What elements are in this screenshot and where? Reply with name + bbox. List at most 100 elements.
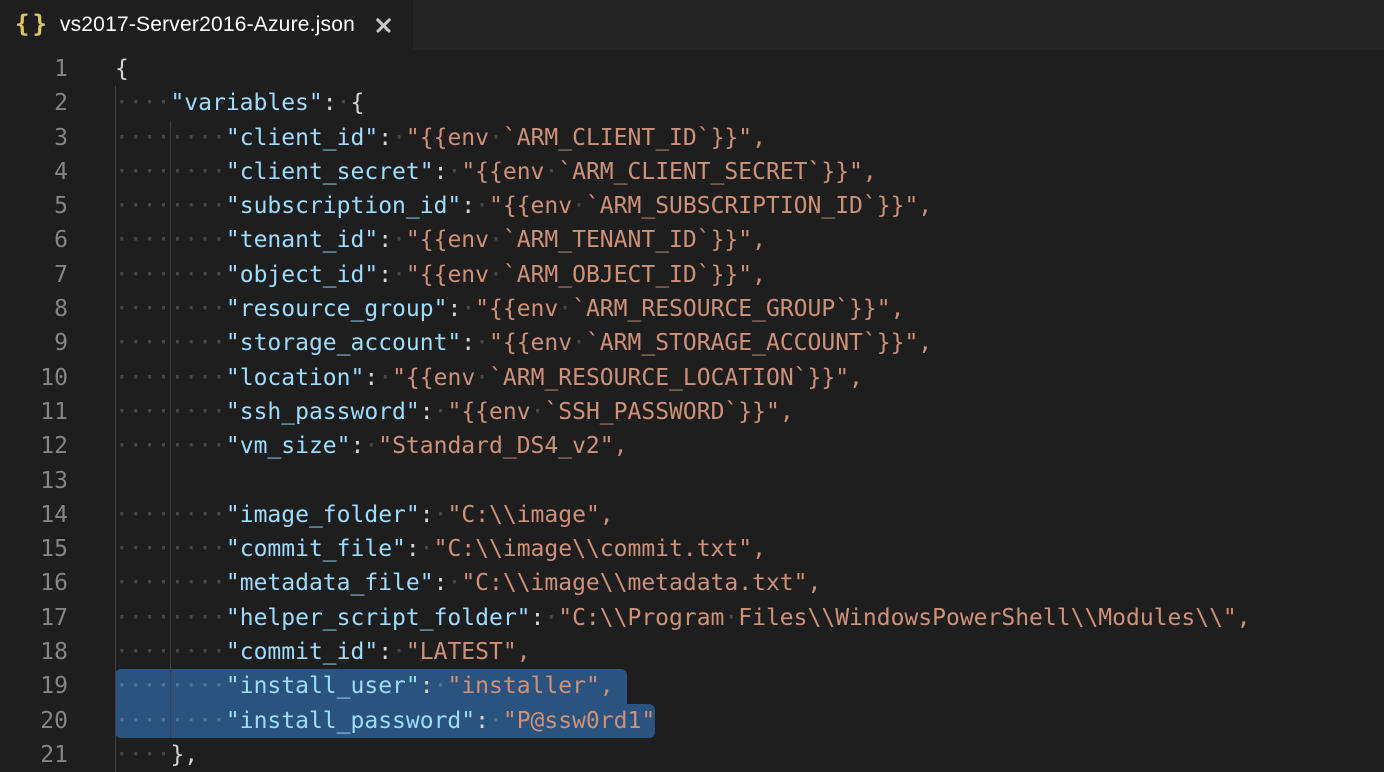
code-line[interactable]: 8········"resource_group":·"{{env·`ARM_R… <box>0 292 1384 326</box>
code-line[interactable]: 11········"ssh_password":·"{{env·`SSH_PA… <box>0 395 1384 429</box>
whitespace-dot: · <box>212 502 226 528</box>
whitespace-dot: · <box>434 399 448 425</box>
whitespace-dot: · <box>212 159 226 185</box>
code-line[interactable]: 18········"commit_id":·"LATEST", <box>0 635 1384 669</box>
whitespace-dot: · <box>170 708 184 734</box>
code-text: ········"resource_group":·"{{env·`ARM_RE… <box>115 292 904 326</box>
whitespace-dot: · <box>184 227 198 253</box>
code-line[interactable]: 19········"install_user":·"installer", <box>0 669 1384 703</box>
whitespace-dot: · <box>184 365 198 391</box>
whitespace-dot: · <box>143 90 157 116</box>
code-text: ········"client_secret":·"{{env·`ARM_CLI… <box>115 155 877 189</box>
code-text: ········"metadata_file":·"C:\\image\\met… <box>115 566 821 600</box>
line-number: 17 <box>0 601 68 635</box>
whitespace-dot: · <box>129 605 143 631</box>
whitespace-dot: · <box>170 673 184 699</box>
whitespace-dot: · <box>157 262 171 288</box>
whitespace-dot: · <box>475 193 489 219</box>
whitespace-dot: · <box>129 639 143 665</box>
whitespace-dot: · <box>129 673 143 699</box>
code-text: ········"install_user":·"installer", <box>115 669 614 703</box>
json-file-icon: {} <box>15 10 50 38</box>
line-number: 4 <box>0 155 68 189</box>
code-line[interactable]: 9········"storage_account":·"{{env·`ARM_… <box>0 326 1384 360</box>
line-number: 6 <box>0 223 68 257</box>
whitespace-dot: · <box>475 365 489 391</box>
whitespace-dot: · <box>143 125 157 151</box>
tab-bar: {} vs2017-Server2016-Azure.json <box>0 0 1384 50</box>
whitespace-dot: · <box>198 708 212 734</box>
line-number: 7 <box>0 258 68 292</box>
whitespace-dot: · <box>198 433 212 459</box>
whitespace-dot: · <box>489 262 503 288</box>
whitespace-dot: · <box>212 399 226 425</box>
whitespace-dot: · <box>115 159 129 185</box>
code-line[interactable]: 12········"vm_size":·"Standard_DS4_v2", <box>0 429 1384 463</box>
whitespace-dot: · <box>170 605 184 631</box>
line-number: 15 <box>0 532 68 566</box>
code-line[interactable]: 10········"location":·"{{env·`ARM_RESOUR… <box>0 361 1384 395</box>
code-line[interactable]: 16 ········"metadata_file":·"C:\\image\\m… <box>0 566 1384 600</box>
code-line[interactable]: 6········"tenant_id":·"{{env·`ARM_TENANT… <box>0 223 1384 257</box>
code-line[interactable]: 1{ <box>0 52 1384 86</box>
whitespace-dot: · <box>170 159 184 185</box>
code-line[interactable]: 14········"image_folder":·"C:\\image", <box>0 498 1384 532</box>
whitespace-dot: · <box>143 708 157 734</box>
whitespace-dot: · <box>198 330 212 356</box>
whitespace-dot: · <box>143 742 157 768</box>
code-text: ········"subscription_id":·"{{env·`ARM_S… <box>115 189 932 223</box>
code-text: ········"object_id":·"{{env·`ARM_OBJECT_… <box>115 258 766 292</box>
line-number: 16 <box>0 566 68 600</box>
code-line[interactable]: 20 ········"install_password":·"P@ssw0rd1… <box>0 704 1384 738</box>
code-line[interactable]: 7 ········"object_id":·"{{env·`ARM_OBJECT… <box>0 258 1384 292</box>
code-line[interactable]: 13 <box>0 464 1384 498</box>
code-text: { <box>115 52 129 86</box>
line-number: 18 <box>0 635 68 669</box>
code-line[interactable]: 17 ········"helper_script_folder":·"C:\\P… <box>0 601 1384 635</box>
code-text: ········"storage_account":·"{{env·`ARM_S… <box>115 326 932 360</box>
line-number: 2 <box>0 86 68 120</box>
whitespace-dot: · <box>115 742 129 768</box>
whitespace-dot: · <box>129 399 143 425</box>
editor-tab[interactable]: {} vs2017-Server2016-Azure.json <box>0 0 413 50</box>
code-line[interactable]: 2····"variables":·{ <box>0 86 1384 120</box>
whitespace-dot: · <box>157 673 171 699</box>
line-number: 9 <box>0 326 68 360</box>
whitespace-dot: · <box>115 570 129 596</box>
whitespace-dot: · <box>212 536 226 562</box>
whitespace-dot: · <box>157 605 171 631</box>
code-line[interactable]: 5········"subscription_id":·"{{env·`ARM_… <box>0 189 1384 223</box>
code-text: ····"variables":·{ <box>115 86 364 120</box>
whitespace-dot: · <box>392 639 406 665</box>
whitespace-dot: · <box>170 262 184 288</box>
whitespace-dot: · <box>115 90 129 116</box>
whitespace-dot: · <box>143 673 157 699</box>
code-line[interactable]: 3········"client_id":·"{{env·`ARM_CLIENT… <box>0 121 1384 155</box>
whitespace-dot: · <box>129 708 143 734</box>
whitespace-dot: · <box>392 227 406 253</box>
line-number: 20 <box>0 704 68 738</box>
whitespace-dot: · <box>129 296 143 322</box>
whitespace-dot: · <box>212 227 226 253</box>
whitespace-dot: · <box>170 399 184 425</box>
whitespace-dot: · <box>143 330 157 356</box>
code-editor[interactable]: 1{2····"variables":·{3········"client_id… <box>0 50 1384 772</box>
line-number: 14 <box>0 498 68 532</box>
close-tab-icon[interactable] <box>373 14 395 36</box>
whitespace-dot: · <box>544 159 558 185</box>
whitespace-dot: · <box>212 639 226 665</box>
code-line[interactable]: 4········"client_secret":·"{{env·`ARM_CL… <box>0 155 1384 189</box>
whitespace-dot: · <box>129 262 143 288</box>
code-line[interactable]: 21····}, <box>0 738 1384 772</box>
whitespace-dot: · <box>157 365 171 391</box>
whitespace-dot: · <box>198 502 212 528</box>
whitespace-dot: · <box>115 502 129 528</box>
code-text: ········"helper_script_folder":·"C:\\Pro… <box>115 601 1251 635</box>
whitespace-dot: · <box>184 433 198 459</box>
whitespace-dot: · <box>184 673 198 699</box>
whitespace-dot: · <box>198 227 212 253</box>
whitespace-dot: · <box>170 193 184 219</box>
code-text: ········"install_password":·"P@ssw0rd1" <box>115 704 655 738</box>
code-line[interactable]: 15········"commit_file":·"C:\\image\\com… <box>0 532 1384 566</box>
whitespace-dot: · <box>129 227 143 253</box>
